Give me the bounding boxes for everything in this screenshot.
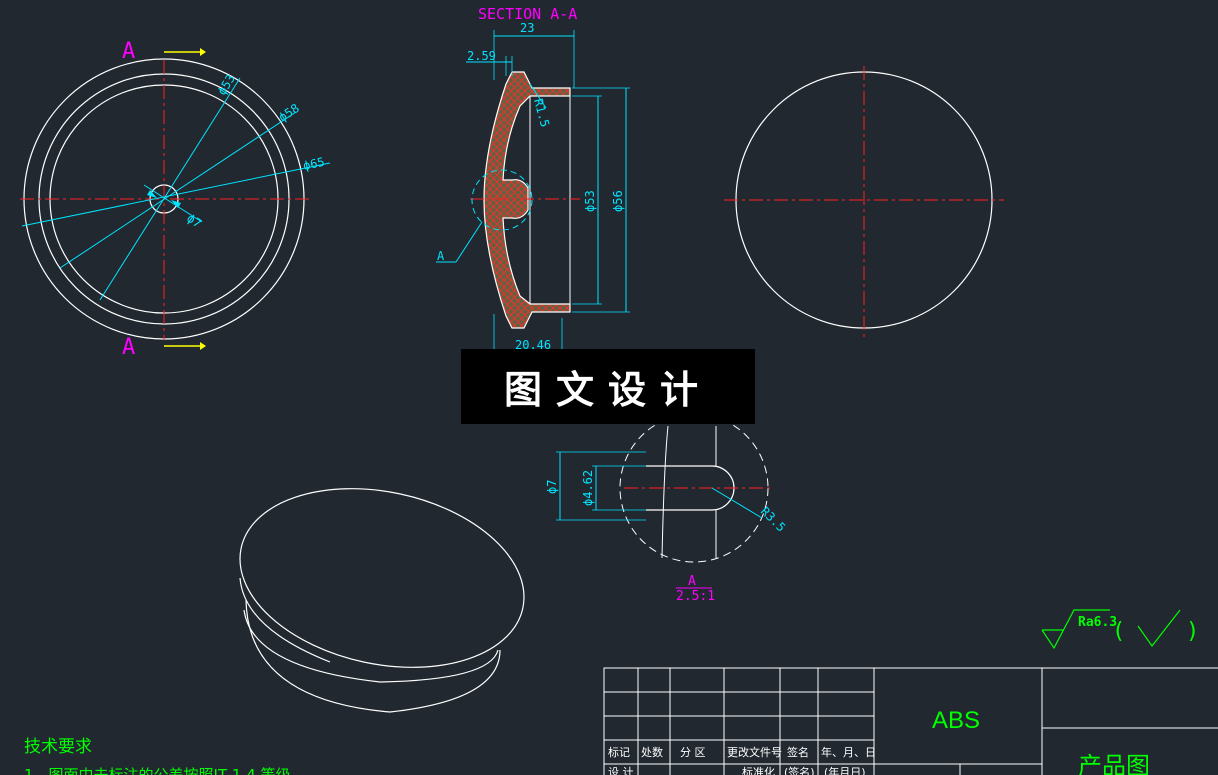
detail-scale: 2.5:1: [676, 589, 715, 604]
side-view: [724, 66, 1004, 338]
tb-header-3: 更改文件号: [727, 745, 782, 759]
tb-header-5: 年、月、日: [821, 745, 876, 759]
roughness-paren-close: ): [1186, 619, 1199, 644]
dim-line-d65: [21, 162, 331, 227]
tb-header-2: 分 区: [680, 746, 706, 759]
tb-header-4: 签名: [787, 745, 809, 759]
tb-row2-5: (年月日): [824, 765, 866, 775]
dim-detail-r35: R3.5: [758, 504, 788, 534]
section-hatch: [483, 71, 571, 329]
roughness-paren-open: (: [1112, 619, 1125, 644]
dim-section-23: 23: [520, 21, 534, 35]
watermark-banner: 图文设计: [461, 349, 755, 424]
dim-front-d65: ϕ65: [302, 155, 326, 173]
detail-leader-line: [455, 221, 483, 263]
dim-section-d53: ϕ53: [583, 190, 597, 212]
section-view: [436, 30, 630, 356]
dim-front-d7: ϕ7: [184, 211, 204, 231]
drawing-name: 产品图: [1078, 752, 1150, 775]
tb-row2-3: 标准化: [742, 765, 775, 775]
dim-section-r15: R1.5: [531, 97, 552, 129]
dim-line-d53: [99, 77, 241, 301]
dim-line-d58: [59, 111, 297, 269]
dim-detail-d462: ϕ4.62: [581, 470, 595, 506]
section-marker-bottom: A: [122, 335, 135, 360]
tech-title: 技术要求: [24, 737, 92, 757]
tb-header-1: 处数: [641, 746, 663, 759]
tb-row2-4: (签名): [784, 765, 815, 775]
section-marker-top: A: [122, 39, 135, 64]
dim-section-259: 2.59: [467, 49, 496, 63]
material-label: ABS: [932, 707, 980, 734]
front-view: [20, 48, 331, 350]
dim-section-d56: ϕ56: [611, 190, 625, 212]
tech-note: 1、图面中未标注的公差按照IT 1.4 等级: [24, 766, 291, 775]
watermark-text: 图文设计: [503, 367, 712, 412]
detail-label: A: [688, 574, 696, 589]
dim-front-d53: ϕ53: [215, 72, 238, 98]
detail-leader-label: A: [437, 249, 445, 263]
tb-header-0: 标记: [608, 745, 630, 759]
iso-view: [239, 488, 525, 713]
dim-detail-d7: ϕ7: [545, 480, 559, 494]
dim-line-r35: [711, 487, 763, 519]
tb-row2-0: 设 计: [608, 766, 634, 775]
